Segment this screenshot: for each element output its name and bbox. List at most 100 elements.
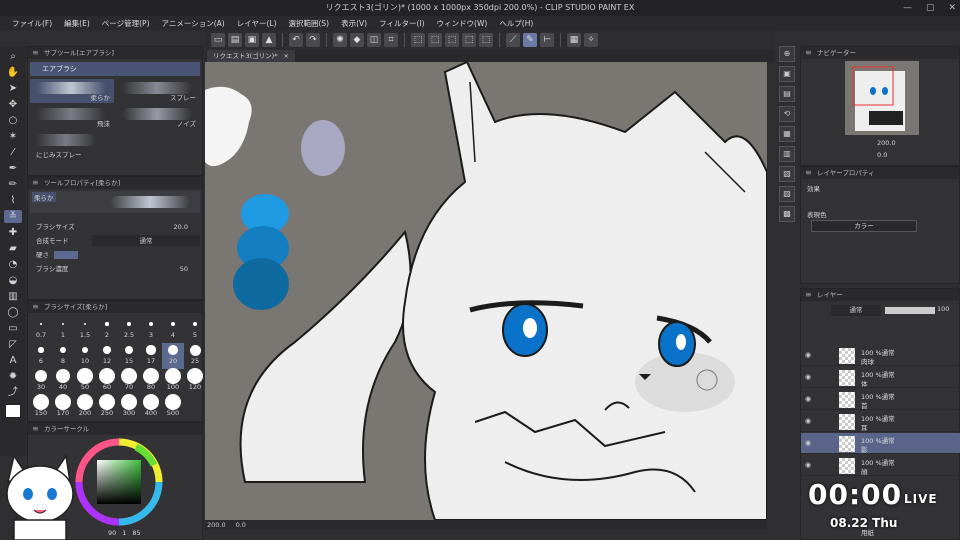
canvas-tab[interactable]: リクエスト3(ゴリン)* × (207, 50, 295, 62)
layer-row[interactable]: ◉ 100 %通常影 (801, 433, 960, 454)
brush-size-option[interactable]: 300 (118, 394, 140, 421)
navigator-icon[interactable]: ⊕ (779, 46, 795, 62)
brush-size-option[interactable]: 1.5 (74, 317, 96, 343)
menu-page[interactable]: ページ管理(P) (96, 18, 156, 29)
frame-icon[interactable]: ▭ (4, 322, 22, 335)
brush-size-option[interactable]: 200 (74, 394, 96, 421)
brush-size-option[interactable]: 12 (96, 343, 118, 369)
operation-icon[interactable]: ➤ (4, 82, 22, 95)
text-icon[interactable]: A (4, 354, 22, 367)
figure-icon[interactable]: ◯ (4, 306, 22, 319)
layer-opacity-value[interactable]: 100 (937, 305, 949, 313)
brush-noise[interactable]: ノイズ (116, 105, 200, 129)
brush-size-option[interactable]: 2 (96, 317, 118, 343)
brush-size-option[interactable]: 15 (118, 343, 140, 369)
brush-size-option[interactable]: 170 (52, 394, 74, 421)
layer-search-icon[interactable]: ▥ (779, 146, 795, 162)
menu-help[interactable]: ヘルプ(H) (493, 18, 539, 29)
brush-size-option[interactable]: 10 (74, 343, 96, 369)
brush-size-option[interactable]: 120 (184, 368, 206, 395)
menu-file[interactable]: ファイル(F) (6, 18, 58, 29)
zoom-readout[interactable]: 200.0 (207, 520, 226, 530)
brush-size-option[interactable]: 8 (52, 343, 74, 369)
brush-size-option[interactable]: 50 (74, 368, 96, 395)
loading-icon[interactable]: ✺ (333, 33, 347, 47)
sub-view-icon[interactable]: ▣ (779, 66, 795, 82)
rotation-readout[interactable]: 0.0 (236, 520, 246, 530)
brush-size-option[interactable]: 250 (96, 394, 118, 421)
menu-layer[interactable]: レイヤー(L) (231, 18, 283, 29)
navigator-rotation-row[interactable]: 0.0 (805, 151, 957, 161)
layer-blend-select[interactable]: 通常 (831, 305, 881, 316)
brush-size-option[interactable]: 100 (162, 368, 184, 395)
hardness-row[interactable]: 硬さ (36, 249, 200, 261)
redo-icon[interactable]: ↷ (306, 33, 320, 47)
save-icon[interactable]: ▣ (245, 33, 259, 47)
layer-row[interactable]: ◉ 100 %通常 肉球 (801, 345, 960, 366)
new-file-icon[interactable]: ▭ (211, 33, 225, 47)
brush-size-option[interactable]: 25 (184, 343, 206, 369)
menu-view[interactable]: 表示(V) (335, 18, 373, 29)
visibility-eye-icon[interactable]: ◉ (805, 373, 811, 381)
color-wheel[interactable] (74, 437, 164, 527)
move-layer-icon[interactable]: ✥ (4, 98, 22, 111)
blend-mode-select[interactable]: 通常 (92, 235, 200, 246)
layer-row[interactable]: ◉ 100 %通常首 (801, 389, 960, 410)
ruler-icon[interactable]: ⟋ (506, 33, 520, 47)
color-swatch-icon[interactable] (5, 404, 21, 418)
brush-spray[interactable]: スプレー (116, 79, 200, 103)
brush-size-option[interactable]: 0.7 (30, 317, 52, 343)
animation-timeline-icon[interactable]: ▧ (779, 166, 795, 182)
layer-row[interactable]: ◉ 100 %通常顔 (801, 455, 960, 476)
visibility-eye-icon[interactable]: ◉ (805, 395, 811, 403)
brush-size-option[interactable]: 3 (140, 317, 162, 343)
navigator-thumbnail[interactable] (845, 61, 919, 135)
open-file-icon[interactable]: ▤ (228, 33, 242, 47)
decoration-icon[interactable]: ✚ (4, 226, 22, 239)
transform-icon[interactable]: ◫ (367, 33, 381, 47)
history-icon[interactable]: ⟲ (779, 106, 795, 122)
fill-bucket-icon[interactable]: ◒ (4, 274, 22, 287)
brush-size-option[interactable]: 150 (30, 394, 52, 421)
subtool-category[interactable]: エアブラシ (30, 62, 200, 76)
expand-selection-icon[interactable]: ⬚ (445, 33, 459, 47)
menu-edit[interactable]: 編集(E) (58, 18, 96, 29)
hand-icon[interactable]: ✋ (4, 66, 22, 79)
gradient-icon[interactable]: ▥ (4, 290, 22, 303)
close-tab-icon[interactable]: × (284, 52, 289, 60)
visibility-eye-icon[interactable]: ◉ (805, 417, 811, 425)
blend-icon[interactable]: ◔ (4, 258, 22, 271)
layer-row[interactable]: ◉ 100 %通常耳 (801, 411, 960, 432)
material-icon[interactable]: ▦ (779, 126, 795, 142)
brush-size-option[interactable]: 20 (162, 343, 184, 369)
close-icon[interactable]: ✕ (948, 3, 956, 13)
menu-selection[interactable]: 選択範囲(S) (283, 18, 336, 29)
brush-size-row[interactable]: ブラシサイズ 20.0 (36, 221, 200, 233)
brush-size-option[interactable]: 400 (140, 394, 162, 421)
info-icon[interactable]: ▤ (779, 86, 795, 102)
expression-color-select[interactable]: カラー (811, 220, 917, 232)
pencil-icon[interactable]: ✏ (4, 178, 22, 191)
clip-studio-icon[interactable]: ✧ (584, 33, 598, 47)
settings-icon[interactable]: ▦ (567, 33, 581, 47)
brush-size-option[interactable]: 6 (30, 343, 52, 369)
visibility-eye-icon[interactable]: ◉ (805, 461, 811, 469)
brush-size-option[interactable]: 70 (118, 368, 140, 395)
brush-size-option[interactable]: 500 (162, 394, 184, 421)
brush-size-option[interactable]: 30 (30, 369, 52, 395)
navigator-zoom-row[interactable]: 200.0 (805, 139, 957, 149)
eraser-icon[interactable]: ▰ (4, 242, 22, 255)
brush-soft[interactable]: 柔らか (30, 79, 114, 103)
pen-pressure-icon[interactable]: ✎ (523, 33, 537, 47)
crop-icon[interactable]: ⌗ (384, 33, 398, 47)
balloon-icon[interactable]: ✹ (4, 370, 22, 383)
snap-icon[interactable]: ⊢ (540, 33, 554, 47)
eyedropper-icon[interactable]: ⁄ (4, 146, 22, 159)
visibility-eye-icon[interactable]: ◉ (805, 439, 811, 447)
hardness-slider[interactable] (54, 251, 78, 259)
density-row[interactable]: ブラシ濃度 50 (36, 263, 200, 275)
deselect-icon[interactable]: ⬚ (411, 33, 425, 47)
visibility-eye-icon[interactable]: ◉ (805, 351, 811, 359)
menu-filter[interactable]: フィルター(I) (373, 18, 430, 29)
zoom-icon[interactable]: ⌕ (4, 50, 22, 63)
